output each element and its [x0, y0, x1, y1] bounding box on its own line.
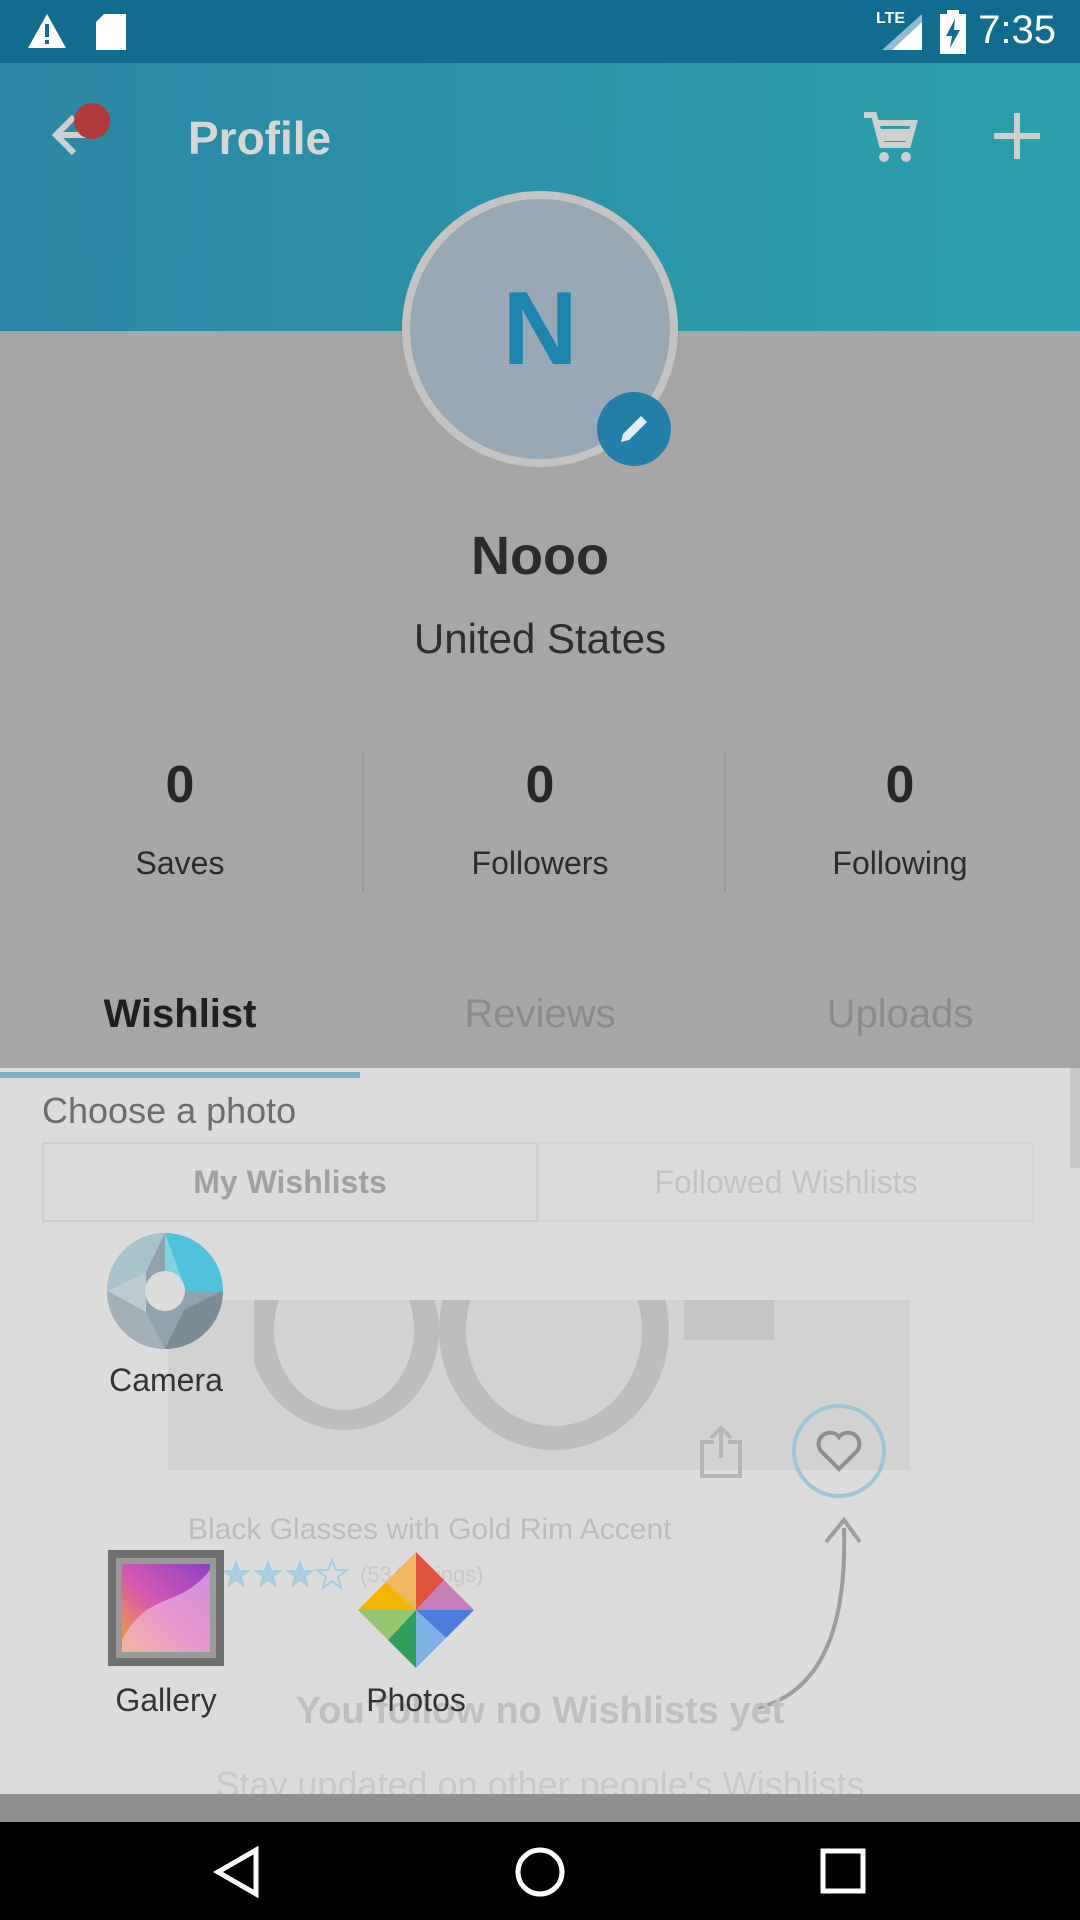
active-tab-indicator: [0, 1072, 360, 1078]
page-title: Profile: [188, 112, 332, 164]
photos-app-label: Photos: [366, 1682, 466, 1718]
share-icon[interactable]: [696, 1424, 746, 1480]
photos-app-option[interactable]: Photos: [316, 1548, 516, 1778]
profile-country: United States: [413, 615, 667, 662]
chooser-title: Choose a photo: [42, 1090, 297, 1131]
saves-label: Saves: [135, 845, 225, 881]
tab-reviews[interactable]: Reviews: [360, 992, 720, 1037]
following-count[interactable]: 0: [720, 755, 1080, 815]
saves-count[interactable]: 0: [0, 755, 360, 815]
pencil-icon: [621, 416, 647, 442]
gallery-app-icon: [108, 1550, 224, 1666]
profile-name: Nooo: [471, 526, 609, 586]
heart-icon: [816, 1430, 862, 1472]
gallery-app-option[interactable]: Gallery: [66, 1548, 266, 1778]
edit-avatar-button[interactable]: [597, 392, 671, 466]
back-nav-icon[interactable]: [212, 1846, 262, 1898]
system-nav-bar: [0, 1822, 1080, 1920]
status-bar: LTE 7:35: [0, 0, 1080, 63]
followers-count[interactable]: 0: [360, 755, 720, 815]
gallery-app-label: Gallery: [115, 1682, 217, 1718]
followers-label: Followers: [471, 845, 609, 881]
recents-nav-icon[interactable]: [820, 1848, 866, 1894]
photo-chooser-sheet: My Wishlists Followed Wishlists Black Gl…: [0, 1068, 1080, 1805]
battery-icon: [940, 10, 966, 54]
camera-app-label: Camera: [109, 1362, 223, 1398]
photos-app-icon: [358, 1552, 474, 1668]
tab-uploads[interactable]: Uploads: [720, 992, 1080, 1037]
cart-icon[interactable]: [862, 109, 918, 165]
notification-dot: [74, 103, 110, 139]
sheet-bottom-edge: [0, 1794, 1080, 1822]
status-time: 7:35: [978, 8, 1056, 52]
signal-icon: [882, 14, 922, 50]
home-nav-icon[interactable]: [514, 1846, 566, 1898]
product-title: Black Glasses with Gold Rim Accent: [188, 1513, 672, 1546]
my-wishlists-tab[interactable]: My Wishlists: [42, 1142, 538, 1222]
followed-wishlists-tab[interactable]: Followed Wishlists: [538, 1142, 1034, 1222]
scrollbar[interactable]: [1070, 1068, 1080, 1168]
wishlist-heart-button[interactable]: [792, 1404, 886, 1498]
camera-app-option[interactable]: Camera: [66, 1228, 266, 1458]
sd-card-icon: [96, 14, 126, 50]
camera-app-icon: [107, 1233, 223, 1349]
curved-arrow-icon: [757, 1516, 862, 1710]
warning-icon: [28, 14, 66, 48]
add-icon[interactable]: [992, 111, 1042, 161]
tab-wishlist[interactable]: Wishlist: [0, 992, 360, 1037]
following-label: Following: [832, 845, 968, 881]
